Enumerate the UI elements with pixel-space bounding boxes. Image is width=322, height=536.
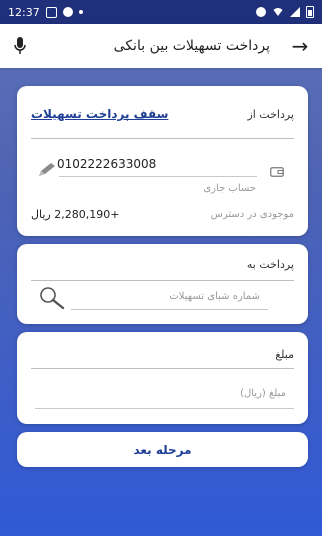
pay-to-label: پرداخت به — [246, 258, 294, 271]
available-balance-label: موجودی در دسترس — [210, 209, 294, 220]
status-right — [256, 6, 314, 18]
pencil-icon — [39, 163, 55, 176]
gallery-notification-icon — [45, 6, 57, 18]
input-underline — [35, 408, 294, 409]
mic-icon — [14, 37, 26, 54]
status-time: 12:37 — [8, 5, 40, 19]
app-bar: پرداخت تسهیلات بین بانکی → — [0, 24, 322, 68]
account-number: 0102222633008 — [57, 157, 157, 171]
loan-payment-limit-link[interactable]: سقف پرداخت تسهیلات — [31, 107, 168, 121]
next-step-label: مرحله بعد — [133, 442, 192, 457]
wallet-icon — [270, 167, 284, 177]
divider — [31, 368, 294, 369]
search-icon[interactable] — [39, 286, 65, 310]
amount-placeholder: مبلغ (ریال) — [240, 388, 286, 399]
next-step-button[interactable]: مرحله بعد — [17, 432, 308, 467]
account-underline — [59, 176, 257, 177]
amount-input[interactable]: مبلغ (ریال) — [35, 384, 294, 410]
destination-card: پرداخت به شماره شبای تسهیلات — [17, 244, 308, 324]
more-notifications-icon — [78, 10, 83, 14]
wifi-icon — [272, 8, 284, 16]
page-title: پرداخت تسهیلات بین بانکی — [113, 38, 270, 54]
loan-sheba-placeholder: شماره شبای تسهیلات — [169, 291, 260, 302]
mic-button[interactable] — [10, 34, 30, 58]
pay-from-label: پرداخت از — [247, 108, 294, 121]
status-left: 12:37 — [8, 6, 83, 19]
divider — [31, 138, 294, 139]
account-selector[interactable]: 0102222633008 — [37, 154, 257, 178]
amount-label: مبلغ — [275, 348, 294, 361]
app-notification-icon — [62, 7, 73, 17]
account-type: حساب جاری — [203, 183, 256, 194]
status-bar: 12:37 — [0, 0, 322, 24]
back-button[interactable]: → — [288, 36, 312, 56]
available-balance-value: +2,280,190 ریال — [31, 208, 120, 221]
input-underline — [71, 309, 268, 310]
source-account-card: پرداخت از سقف پرداخت تسهیلات 01022226330… — [17, 86, 308, 236]
back-arrow-icon: → — [291, 34, 309, 58]
battery-icon — [306, 6, 314, 18]
amount-card: مبلغ مبلغ (ریال) — [17, 332, 308, 424]
divider — [31, 280, 294, 281]
loan-sheba-input[interactable]: شماره شبای تسهیلات — [71, 288, 268, 310]
signal-icon — [290, 7, 300, 17]
data-saver-icon — [256, 7, 266, 17]
